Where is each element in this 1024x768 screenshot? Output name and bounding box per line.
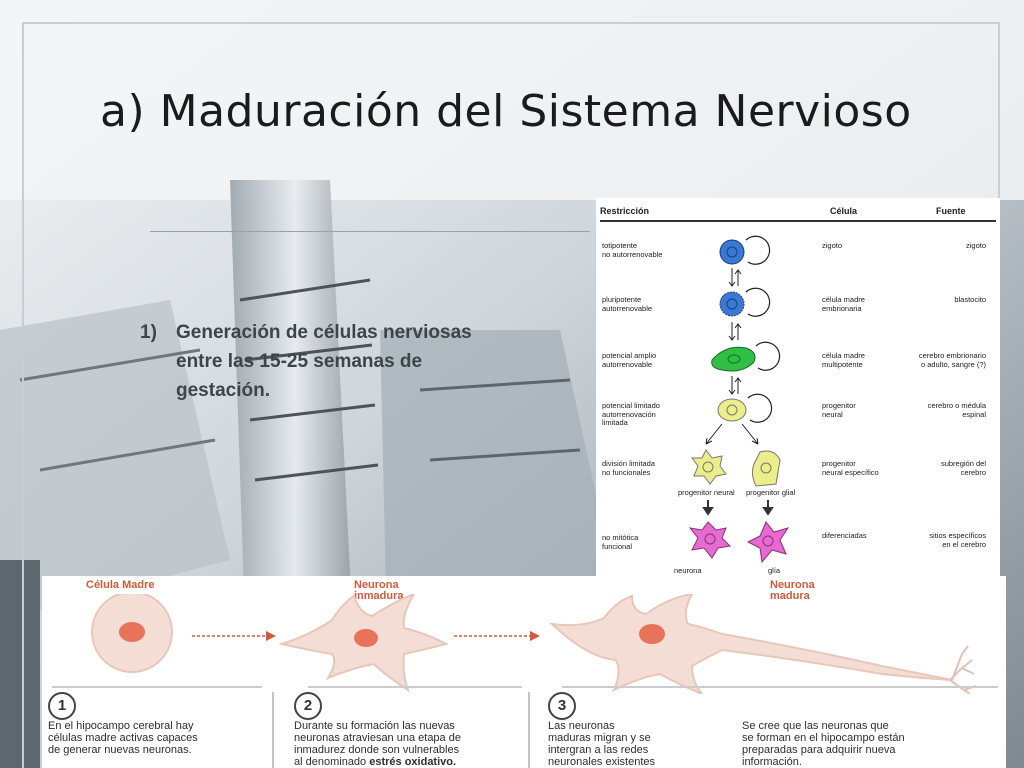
oxidative-stress-term: estrés oxidativo. [369,756,457,768]
arrow-icon [728,376,742,395]
step-1-text: En el hipocampo cerebral hay células mad… [48,720,198,756]
dashed-arrow-icon [192,631,276,641]
arrow-down-icon [762,500,774,516]
arrow-icon [705,423,723,445]
header-cell: Célula [830,206,858,216]
bullet-number: 1) [140,322,157,343]
embryonic-stem-cell-icon [719,287,771,317]
header-source: Fuente [936,206,966,216]
neural-progenitor-specific-icon [691,449,727,485]
stage-label-stem-cell: Célula Madre [86,579,155,591]
row-6-cell: diferenciadas [822,531,867,540]
glia-cell-icon [746,521,790,564]
cell-potency-table: Restricción Célula Fuente totipotente no… [596,198,1000,576]
slide-title: a) Maduración del Sistema Nervioso [100,86,912,137]
row-2-restriction: pluripotente autorrenovable [602,295,653,313]
arrow-icon [728,268,742,287]
row-5-cell: progenitor neural específico [822,459,879,477]
arrow-down-icon [702,500,714,516]
row-3-restriction: potencial amplio autorrenovable [602,351,657,369]
stem-cell-icon [91,594,173,673]
row-6-restriction: no mitótica funcional [602,533,639,551]
zygote-cell-icon [719,235,771,265]
title-underline [150,231,590,232]
glial-progenitor-icon [751,450,781,487]
neural-progenitor-cell-icon [717,393,773,423]
row-2-cell: célula madre embrionaria [822,295,865,313]
step-3-text: Las neuronas maduras migran y se intergr… [548,720,656,768]
mature-neuron-icon [549,594,977,694]
dashed-arrow-icon [454,631,540,641]
row-3-cell: célula madre multipotente [822,351,865,369]
step-1-badge: 1 [48,692,76,720]
divider-line [52,686,262,688]
row-5-restriction: división limitada no funcionales [602,459,655,477]
neuron-maturation-panel: Célula Madre Neurona inmadura Neurona ma… [42,576,1006,768]
row-4-source: cerebro o médula espinal [927,401,986,419]
row-2-source: blastocito [954,295,986,304]
divider-line [308,686,522,688]
hippocampus-note: Se cree que las neuronas que se forman e… [742,720,905,768]
row-4-restriction: potencial limitado autorrenovación limit… [602,401,660,427]
row-4-cell: progenitor neural [822,401,856,419]
step-2-text: Durante su formación las nuevas neuronas… [294,720,461,768]
column-divider [528,692,530,768]
arrow-icon [741,423,759,445]
row-1-source: zigoto [965,241,986,250]
step-2-badge: 2 [294,692,322,720]
multipotent-stem-cell-icon [711,341,781,372]
row-1-restriction: totipotente no autorrenovable [602,241,663,259]
row-3-source: cerebro embrionario o adulto, sangre (?) [918,351,986,369]
divider-line [562,686,998,688]
maturation-illustration [91,594,977,694]
row-5-source: subregión del cerebro [940,459,986,477]
caption-glial-progenitor: progenitor glial [746,488,796,497]
column-divider [272,692,274,768]
caption-neuron: neurona [674,566,702,575]
header-rule [600,220,996,222]
cell-lineage-diagram [688,235,790,564]
caption-glia: glía [768,566,781,575]
bullet-text: Generación de células nerviosas entre la… [176,322,472,401]
immature-neuron-icon [278,594,449,693]
row-6-source: sitios específicos en el cerebro [929,531,986,549]
caption-neural-progenitor: progenitor neural [678,488,735,497]
step-3-badge: 3 [548,692,576,720]
neuron-cell-icon [688,521,732,559]
header-restriction: Restricción [600,206,650,216]
arrow-icon [728,322,742,341]
